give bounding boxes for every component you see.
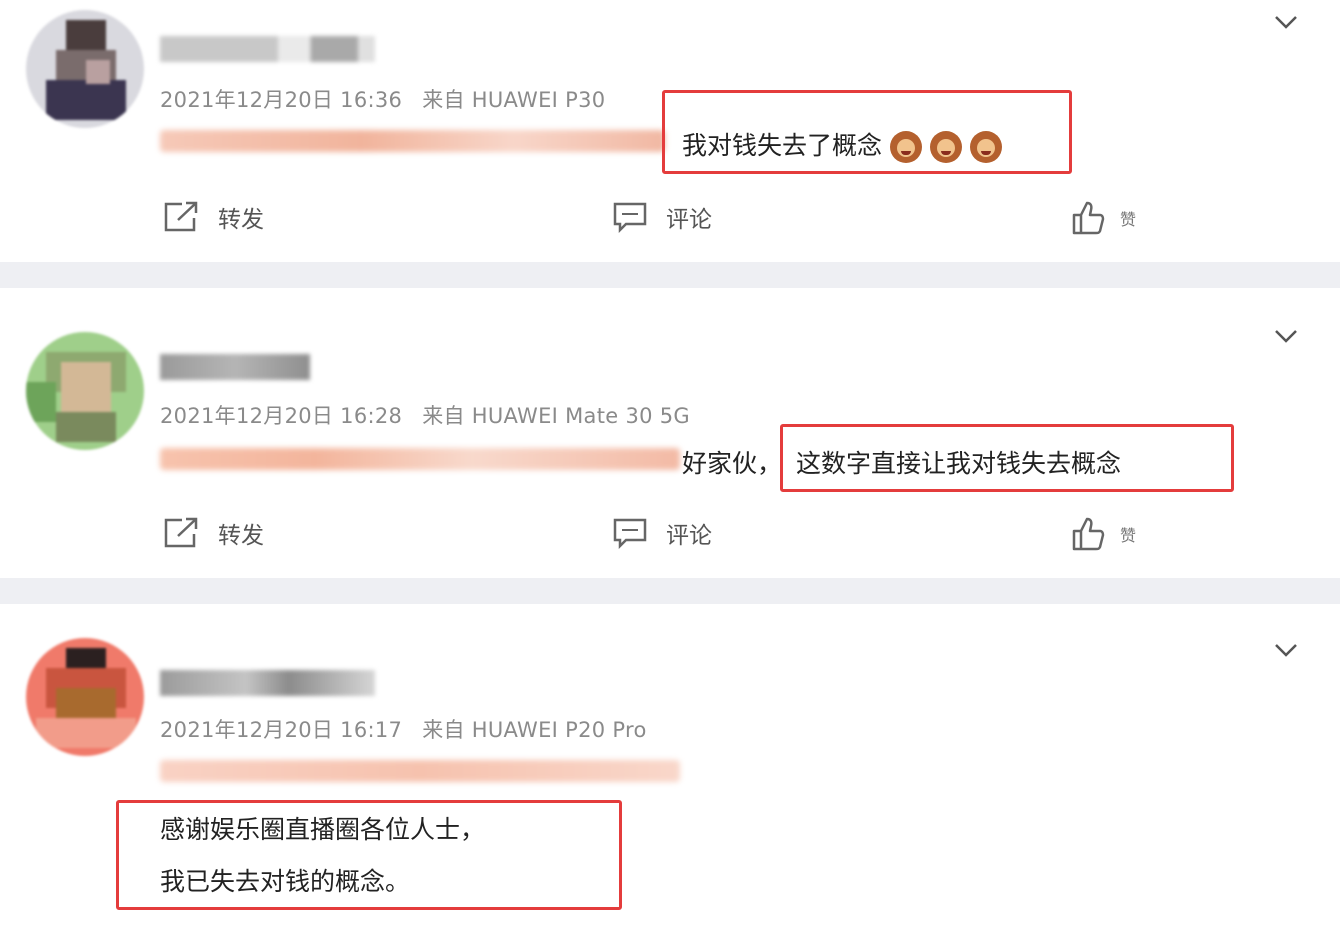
timestamp: 2021年12月20日 16:36: [160, 88, 403, 112]
post-card: 2021年12月20日 16:28 来自 HUAWEI Mate 30 5G 好家…: [0, 288, 1340, 578]
comment-icon: [613, 202, 647, 233]
source-device: 来自 HUAWEI Mate 30 5G: [422, 404, 690, 428]
timestamp: 2021年12月20日 16:17: [160, 718, 403, 742]
avatar[interactable]: [26, 638, 144, 756]
thumbs-up-icon: [1072, 517, 1105, 551]
thumbs-up-icon: [1072, 201, 1105, 235]
comment-icon: [613, 518, 647, 549]
avatar[interactable]: [26, 332, 144, 450]
post-text-line-2: 我已失去对钱的概念。: [160, 867, 411, 896]
post-meta: 2021年12月20日 16:28 来自 HUAWEI Mate 30 5G: [160, 400, 690, 430]
content-redacted: [160, 760, 680, 782]
post-card: 2021年12月20日 16:36 来自 HUAWEI P30 我对钱失去了概念 …: [0, 0, 1340, 262]
source-device: 来自 HUAWEI P20 Pro: [422, 718, 647, 742]
woman-emoji-icon: [890, 131, 923, 163]
repost-label: 转发: [218, 207, 264, 233]
content-redacted: [160, 130, 665, 152]
username-redacted[interactable]: [160, 670, 375, 696]
like-button[interactable]: 赞: [1070, 200, 1136, 236]
like-label: 赞: [1120, 210, 1137, 229]
chevron-down-icon[interactable]: [1272, 636, 1300, 664]
username-redacted[interactable]: [160, 354, 310, 380]
post-text-body: 我对钱失去了概念: [682, 131, 883, 160]
post-meta: 2021年12月20日 16:36 来自 HUAWEI P30: [160, 84, 605, 114]
post-text-line-1: 感谢娱乐圈直播圈各位人士，: [160, 815, 486, 844]
woman-emoji-icon: [970, 131, 1003, 163]
comment-label: 评论: [666, 523, 712, 549]
source-device: 来自 HUAWEI P30: [422, 88, 606, 112]
comment-button[interactable]: 评论: [612, 200, 712, 234]
share-icon: [164, 517, 198, 548]
repost-button[interactable]: 转发: [162, 516, 264, 550]
chevron-down-icon[interactable]: [1272, 322, 1300, 350]
woman-emoji-icon: [930, 131, 963, 163]
username-redacted[interactable]: [160, 36, 375, 62]
comment-label: 评论: [666, 207, 712, 233]
repost-label: 转发: [218, 523, 264, 549]
avatar[interactable]: [26, 10, 144, 128]
comment-button[interactable]: 评论: [612, 516, 712, 550]
share-icon: [164, 201, 198, 232]
post-card: 2021年12月20日 16:17 来自 HUAWEI P20 Pro 感谢娱乐圈…: [0, 604, 1340, 936]
repost-button[interactable]: 转发: [162, 200, 264, 234]
post-meta: 2021年12月20日 16:17 来自 HUAWEI P20 Pro: [160, 714, 647, 744]
timestamp: 2021年12月20日 16:28: [160, 404, 403, 428]
like-button[interactable]: 赞: [1070, 516, 1136, 552]
post-text: 我对钱失去了概念: [682, 126, 1003, 163]
post-text-prefix: 好家伙，: [682, 449, 783, 478]
post-text: 这数字直接让我对钱失去概念: [796, 449, 1122, 478]
content-redacted: [160, 448, 680, 470]
chevron-down-icon[interactable]: [1272, 8, 1300, 36]
like-label: 赞: [1120, 526, 1137, 545]
